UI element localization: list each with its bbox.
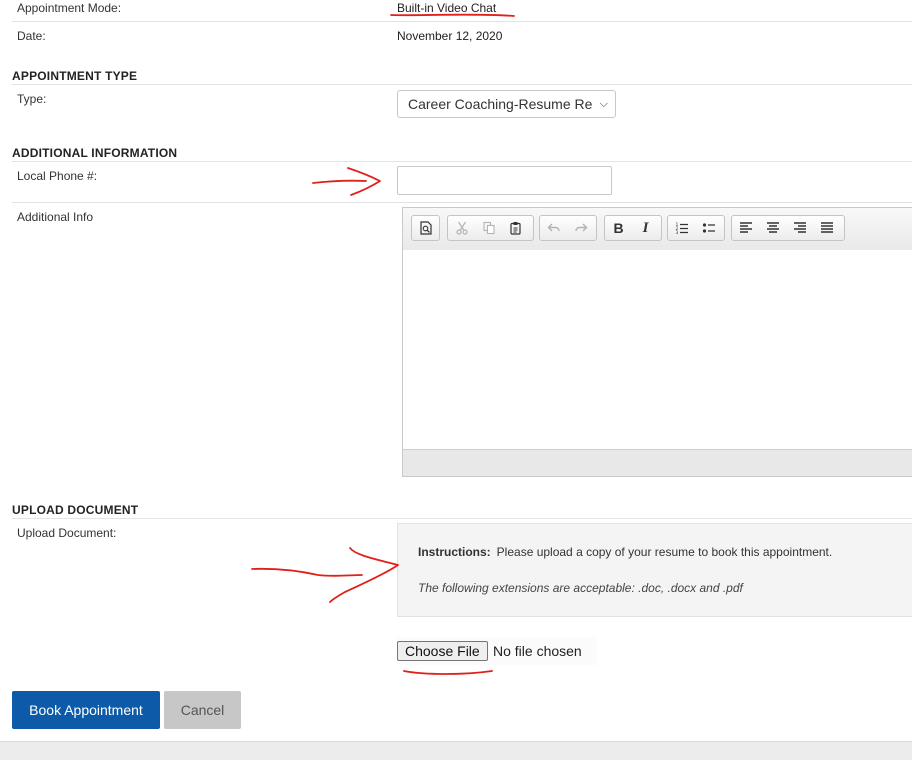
toolbar-group-view (411, 215, 440, 241)
upload-document-heading: UPLOAD DOCUMENT (12, 503, 139, 517)
toolbar-group-history (539, 215, 597, 241)
instructions-title: Instructions: (418, 545, 491, 559)
preview-icon[interactable] (412, 216, 439, 240)
undo-icon[interactable] (540, 216, 567, 240)
paste-icon[interactable] (502, 216, 529, 240)
appointment-mode-label: Appointment Mode: (17, 1, 122, 15)
additional-info-label: Additional Info (17, 210, 94, 224)
file-input: Choose File No file chosen (397, 637, 597, 665)
cut-icon[interactable] (448, 216, 475, 240)
appointment-type-heading: APPOINTMENT TYPE (12, 69, 138, 83)
divider (12, 518, 912, 519)
upload-instructions-box: Instructions: Please upload a copy of you… (397, 523, 912, 617)
copy-icon[interactable] (475, 216, 502, 240)
page-footer-band (0, 741, 912, 760)
bullet-list-icon[interactable] (695, 216, 722, 240)
type-label: Type: (17, 92, 47, 106)
instructions-line: Instructions: Please upload a copy of you… (418, 545, 832, 559)
toolbar-group-lists: 123 (667, 215, 725, 241)
choose-file-button[interactable]: Choose File (397, 641, 488, 661)
extensions-text: The following extensions are acceptable:… (418, 581, 743, 595)
book-appointment-button[interactable]: Book Appointment (12, 691, 160, 729)
justify-icon[interactable] (813, 216, 840, 240)
local-phone-label: Local Phone #: (17, 169, 98, 183)
chevron-down-icon: ⌵ (599, 98, 608, 110)
divider (12, 84, 912, 85)
divider (12, 161, 912, 162)
svg-text:3: 3 (675, 230, 678, 235)
appointment-mode-value: Built-in Video Chat (397, 1, 497, 15)
toolbar-group-clipboard (447, 215, 534, 241)
redo-icon[interactable] (567, 216, 594, 240)
upload-document-label: Upload Document: (17, 526, 117, 540)
editor-text-area[interactable] (403, 250, 912, 450)
align-left-icon[interactable] (732, 216, 759, 240)
align-right-icon[interactable] (786, 216, 813, 240)
local-phone-input[interactable] (397, 166, 612, 195)
toolbar-group-format: B I (604, 215, 662, 241)
date-value: November 12, 2020 (397, 29, 503, 43)
divider (12, 21, 912, 22)
appointment-type-selected: Career Coaching-Resume Re (408, 96, 593, 112)
appointment-type-select[interactable]: Career Coaching-Resume Re ⌵ (397, 90, 616, 118)
additional-information-heading: ADDITIONAL INFORMATION (12, 146, 178, 160)
divider (12, 202, 912, 203)
instructions-text: Please upload a copy of your resume to b… (496, 545, 833, 559)
rich-text-editor: B I 123 (402, 207, 912, 477)
bold-icon[interactable]: B (605, 216, 632, 240)
align-center-icon[interactable] (759, 216, 786, 240)
editor-status-bar (403, 449, 912, 476)
numbered-list-icon[interactable]: 123 (668, 216, 695, 240)
underline-mark (403, 670, 493, 675)
date-label: Date: (17, 29, 46, 43)
arrow-mark (251, 547, 399, 603)
arrow-mark (312, 167, 381, 196)
italic-icon[interactable]: I (632, 216, 659, 240)
no-file-chosen-text: No file chosen (493, 643, 582, 659)
editor-toolbar: B I 123 (403, 208, 912, 251)
cancel-button[interactable]: Cancel (164, 691, 241, 729)
toolbar-group-align (731, 215, 845, 241)
